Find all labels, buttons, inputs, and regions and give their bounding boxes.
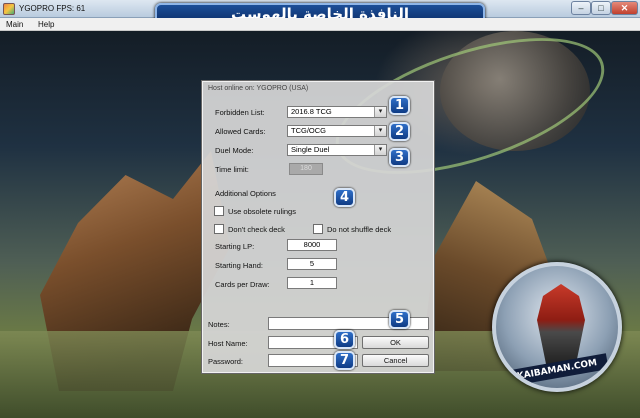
chevron-down-icon: ▾ xyxy=(374,126,386,136)
time-limit-field: 180 xyxy=(289,163,323,175)
chevron-down-icon: ▾ xyxy=(374,107,386,117)
duel-mode-label: Duel Mode: xyxy=(215,146,254,155)
time-limit-label: Time limit: xyxy=(215,165,249,174)
badge-2: 2 xyxy=(389,122,410,141)
additional-options-heading: Additional Options xyxy=(215,189,276,198)
forbidden-list-value: 2016.8 TCG xyxy=(291,107,332,116)
menu-main[interactable]: Main xyxy=(6,20,23,29)
badge-3: 3 xyxy=(389,148,410,167)
close-button[interactable]: ✕ xyxy=(611,1,638,15)
app-icon xyxy=(3,3,15,15)
starting-lp-input[interactable]: 8000 xyxy=(287,239,337,251)
allowed-cards-label: Allowed Cards: xyxy=(215,127,266,136)
notes-label: Notes: xyxy=(208,320,230,329)
starting-lp-label: Starting LP: xyxy=(215,242,255,251)
ok-button[interactable]: OK xyxy=(362,336,429,349)
do-not-shuffle-deck-label: Do not shuffle deck xyxy=(327,225,392,234)
window-title: YGOPRO FPS: 61 xyxy=(19,4,86,13)
dont-check-deck-checkbox[interactable] xyxy=(214,224,224,234)
cancel-button[interactable]: Cancel xyxy=(362,354,429,367)
cards-per-draw-input[interactable]: 1 xyxy=(287,277,337,289)
dont-check-deck-label: Don't check deck xyxy=(228,225,285,234)
password-label: Password: xyxy=(208,357,244,366)
starting-hand-input[interactable]: 5 xyxy=(287,258,337,270)
do-not-shuffle-deck-checkbox[interactable] xyxy=(313,224,323,234)
forbidden-list-select[interactable]: 2016.8 TCG ▾ xyxy=(287,106,387,118)
chevron-down-icon: ▾ xyxy=(374,145,386,155)
site-logo: KAIBAMAN.COM xyxy=(492,262,622,392)
host-name-label: Host Name: xyxy=(208,339,248,348)
minimize-button[interactable]: – xyxy=(571,1,591,15)
badge-1: 1 xyxy=(389,96,410,115)
maximize-button[interactable]: □ xyxy=(591,1,611,15)
use-obsolete-rulings-checkbox[interactable] xyxy=(214,206,224,216)
dialog-title: Host online on: YGOPRO (USA) xyxy=(208,85,309,92)
menu-bar: Main Help xyxy=(0,18,640,31)
duel-mode-value: Single Duel xyxy=(291,145,330,154)
use-obsolete-rulings-label: Use obsolete rulings xyxy=(228,207,296,216)
badge-4: 4 xyxy=(334,188,355,207)
starting-hand-label: Starting Hand: xyxy=(215,261,263,270)
badge-6: 6 xyxy=(334,330,355,349)
duel-mode-select[interactable]: Single Duel ▾ xyxy=(287,144,387,156)
badge-7: 7 xyxy=(334,351,355,370)
allowed-cards-select[interactable]: TCG/OCG ▾ xyxy=(287,125,387,137)
robot-figure-image xyxy=(537,284,585,364)
forbidden-list-label: Forbidden List: xyxy=(215,108,265,117)
allowed-cards-value: TCG/OCG xyxy=(291,126,326,135)
menu-help[interactable]: Help xyxy=(38,20,54,29)
cards-per-draw-label: Cards per Draw: xyxy=(215,280,270,289)
badge-5: 5 xyxy=(389,310,410,329)
